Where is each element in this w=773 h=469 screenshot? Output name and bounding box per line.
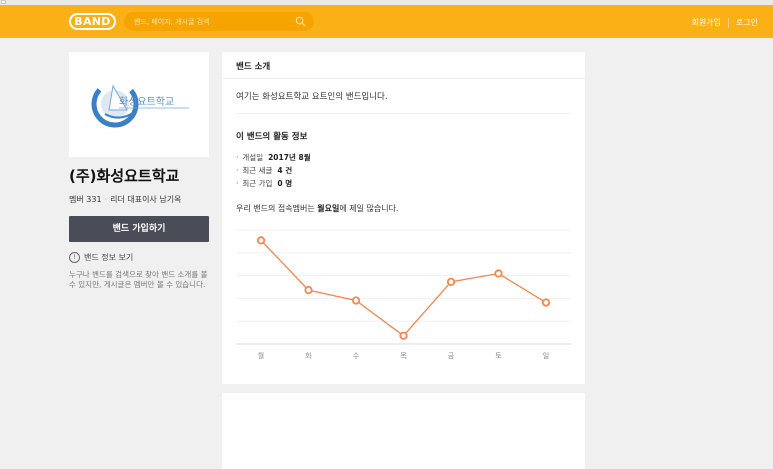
x-tick-label: 토 bbox=[495, 352, 502, 360]
band-intro-text: 여기는 화성요트학교 요트인의 밴드입니다. bbox=[236, 92, 388, 102]
data-point[interactable] bbox=[541, 298, 551, 307]
info-icon: ! bbox=[69, 252, 80, 263]
stat-value: 2017년 8월 bbox=[268, 153, 311, 162]
data-point[interactable] bbox=[446, 277, 456, 286]
band-info-description: 누구나 밴드를 검색으로 찾아 밴드 소개를 볼 수 있지만, 게시글은 멤버만… bbox=[69, 270, 208, 289]
join-band-button[interactable]: 밴드 가입하기 bbox=[69, 216, 209, 242]
stat-label: 최근 가입 bbox=[242, 179, 273, 188]
x-tick-label: 월 bbox=[258, 351, 264, 360]
band-intro-card: 밴드 소개 여기는 화성요트학교 요트인의 밴드입니다. 이 밴드의 활동 정보… bbox=[222, 52, 585, 384]
divider bbox=[222, 78, 585, 79]
access-summary: 우리 밴드의 접속멤버는 월요일에 제일 많습니다. bbox=[236, 203, 398, 214]
x-tick-label: 수 bbox=[353, 352, 360, 360]
divider bbox=[236, 113, 571, 114]
secondary-card bbox=[222, 393, 585, 469]
member-info: 멤버 331 · 리더 대표이사 남기옥 bbox=[69, 194, 181, 205]
signup-link[interactable]: 회원가입 bbox=[691, 17, 720, 28]
summary-highlight: 월요일 bbox=[317, 204, 340, 213]
x-tick-label: 화 bbox=[305, 352, 312, 360]
summary-suffix: 에 제일 많습니다. bbox=[339, 204, 399, 213]
search-icon[interactable] bbox=[295, 16, 306, 27]
school-logo: 화성요트학교 bbox=[91, 80, 189, 128]
bullet: · bbox=[236, 153, 239, 162]
data-point[interactable] bbox=[494, 269, 503, 278]
data-point[interactable] bbox=[304, 286, 313, 295]
cover-logo-text: 화성요트학교 bbox=[119, 96, 174, 108]
card-title: 밴드 소개 bbox=[236, 62, 271, 72]
login-link[interactable]: 로그인 bbox=[736, 17, 758, 28]
summary-prefix: 우리 밴드의 접속멤버는 bbox=[236, 204, 318, 213]
leader-name: 리더 대표이사 남기옥 bbox=[110, 195, 182, 204]
member-count[interactable]: 멤버 331 bbox=[69, 195, 102, 204]
band-info-label: 밴드 정보 보기 bbox=[84, 253, 134, 262]
stat-founded: · 개설일 2017년 8월 bbox=[236, 152, 311, 163]
stat-value: 0 명 bbox=[277, 179, 293, 188]
member-separator: · bbox=[104, 195, 108, 204]
search-bar[interactable] bbox=[124, 12, 314, 31]
stat-label: 최근 새글 bbox=[242, 166, 273, 175]
x-tick-label: 금 bbox=[448, 352, 455, 360]
stat-label: 개설일 bbox=[242, 153, 264, 162]
header-divider bbox=[727, 17, 729, 28]
data-point[interactable] bbox=[351, 296, 361, 305]
band-name: (주)화성요트학교 bbox=[69, 167, 180, 185]
top-header: BAND 회원가입 로그인 bbox=[0, 5, 773, 38]
band-logo[interactable]: BAND bbox=[69, 13, 116, 30]
stat-recent-joins: · 최근 가입 0 명 bbox=[236, 178, 292, 189]
bullet: · bbox=[236, 166, 239, 175]
bullet: · bbox=[236, 179, 239, 188]
band-info-link[interactable]: ! 밴드 정보 보기 bbox=[69, 252, 133, 263]
activity-title: 이 밴드의 활동 정보 bbox=[236, 132, 308, 142]
window-icon bbox=[1, 0, 6, 4]
data-point[interactable] bbox=[256, 236, 266, 245]
data-point[interactable] bbox=[399, 331, 408, 340]
stat-value: 4 건 bbox=[277, 166, 293, 175]
weekday-activity-chart: 월화수목금토일 bbox=[236, 229, 571, 360]
x-tick-label: 일 bbox=[543, 351, 549, 360]
stat-recent-posts: · 최근 새글 4 건 bbox=[236, 165, 292, 176]
band-cover-image[interactable]: 화성요트학교 bbox=[69, 52, 209, 157]
header-links: 회원가입 로그인 bbox=[691, 17, 758, 28]
x-tick-label: 목 bbox=[400, 352, 407, 360]
search-input[interactable] bbox=[134, 14, 284, 29]
